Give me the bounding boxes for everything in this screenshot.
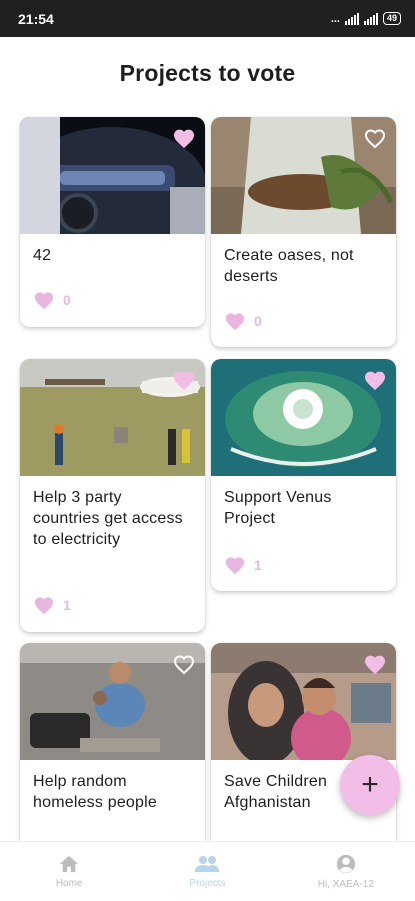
heart-filled-icon[interactable]	[172, 127, 196, 149]
nav-item-projects[interactable]: Projects	[138, 842, 276, 901]
like-heart-icon	[225, 313, 245, 331]
page-title: Projects to vote	[119, 60, 296, 86]
network-dots: ...	[330, 12, 340, 25]
heart-filled-icon[interactable]	[363, 369, 387, 391]
plus-icon: +	[361, 768, 379, 801]
project-card[interactable]: Support Venus Project 1	[211, 359, 396, 591]
battery-icon: 49	[382, 12, 401, 25]
nav-item-account[interactable]: Hi, XAEA-12	[277, 842, 415, 901]
project-card[interactable]: Save Children Afghanistan	[211, 643, 396, 853]
likes-count: 1	[63, 597, 71, 613]
bottom-navigation: Home Projects Hi, XAEA-12	[0, 841, 415, 901]
like-heart-icon	[34, 597, 54, 615]
likes[interactable]: 1	[33, 595, 71, 615]
likes-count: 0	[63, 292, 71, 308]
account-icon	[336, 854, 355, 874]
nav-label-projects: Projects	[189, 878, 226, 889]
status-time: 21:54	[18, 10, 54, 27]
project-card[interactable]: 42 0	[20, 117, 205, 327]
signal-icon	[344, 12, 359, 25]
like-heart-icon	[34, 292, 54, 310]
likes-count: 1	[254, 557, 262, 573]
people-icon	[195, 856, 220, 872]
project-title: Help 3 party countries get access to ele…	[33, 489, 183, 548]
heart-outline-icon[interactable]	[172, 653, 196, 675]
project-title: Help random homeless people	[33, 773, 157, 811]
likes-count: 0	[254, 313, 262, 329]
likes[interactable]: 0	[224, 311, 262, 331]
heart-filled-icon[interactable]	[363, 653, 387, 675]
likes[interactable]: 1	[224, 555, 262, 575]
nav-label-account: Hi, XAEA-12	[317, 879, 374, 890]
project-card[interactable]: Help 3 party countries get access to ele…	[20, 359, 205, 632]
heart-filled-icon[interactable]	[172, 369, 196, 391]
home-icon	[60, 855, 79, 873]
heart-outline-icon[interactable]	[363, 127, 387, 149]
project-card[interactable]: Create oases, not deserts 0	[211, 117, 396, 347]
status-icons: ... 49	[331, 12, 401, 25]
nav-label-home: Home	[55, 878, 83, 889]
project-title: 42	[33, 247, 52, 264]
project-title: Create oases, not deserts	[224, 247, 354, 285]
project-title: Support Venus Project	[224, 489, 332, 527]
nav-item-home[interactable]: Home	[0, 842, 138, 901]
signal-icon-2	[363, 12, 378, 25]
add-project-button[interactable]: +	[340, 755, 400, 815]
project-card[interactable]: Help random homeless people	[20, 643, 205, 853]
like-heart-icon	[225, 557, 245, 575]
likes[interactable]: 0	[33, 290, 71, 310]
status-bar: 21:54 ... 49	[0, 0, 415, 37]
